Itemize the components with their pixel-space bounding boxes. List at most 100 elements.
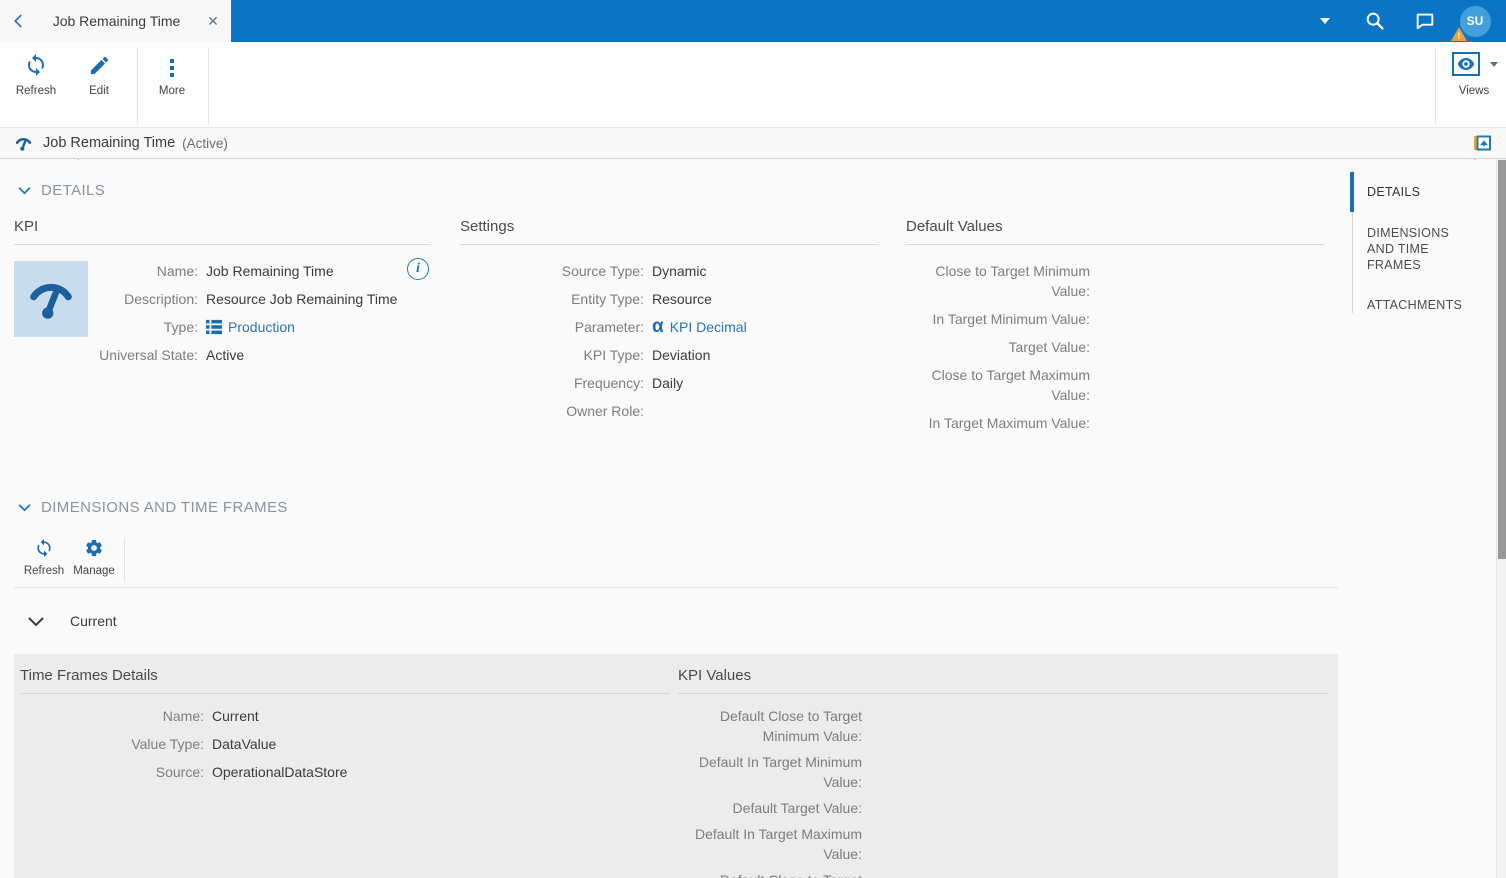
- current-time-frame-panel: Time Frames Details Name: Current Value …: [14, 654, 1338, 878]
- views-button[interactable]: Views: [1446, 51, 1502, 97]
- field-type: Type: Production: [163, 317, 295, 337]
- edit-button[interactable]: Edit: [70, 51, 128, 97]
- field-name: Name: Job Remaining Time: [156, 263, 334, 279]
- field-target-value: Target Value:: [1008, 339, 1090, 355]
- back-button[interactable]: [0, 0, 38, 42]
- field-kpi-type: KPI Type: Deviation: [583, 347, 711, 363]
- section-nav: DETAILS DIMENSIONS AND TIME FRAMES ATTAC…: [1350, 170, 1494, 313]
- page-header: Job Remaining Time (Active): [0, 128, 1506, 159]
- expand-panel-icon[interactable]: [1474, 135, 1491, 151]
- ribbon-toolbar: Refresh Edit More Entity Actions Views P…: [0, 42, 1506, 162]
- list-icon: [206, 319, 222, 335]
- views-dropdown-chevron-icon[interactable]: [1490, 62, 1498, 67]
- settings-column: Settings Source Type: Dynamic Entity Typ…: [460, 218, 878, 429]
- eye-icon: [1452, 52, 1480, 76]
- kpi-column: KPI i Name: Job Remaining Time Descripti…: [14, 218, 430, 373]
- avatar: SU !: [1450, 5, 1491, 41]
- chat-bubble-icon: [1414, 10, 1436, 32]
- user-menu-button[interactable]: SU !: [1450, 0, 1500, 42]
- chevron-down-icon: [27, 616, 45, 627]
- toolbar-separator: [124, 538, 125, 582]
- field-tf-source: Source: OperationalDataStore: [155, 764, 348, 780]
- settings-column-title: Settings: [460, 218, 878, 245]
- section-details-title: DETAILS: [41, 182, 106, 199]
- field-close-to-target-max: Close to Target Maximum Value:: [931, 367, 1090, 403]
- views-button-label: Views: [1458, 85, 1490, 97]
- tab-title: Job Remaining Time: [52, 13, 181, 29]
- field-default-close-target-min: Default Close to Target Minimum Value:: [719, 708, 862, 744]
- ribbon-separator: [1435, 48, 1436, 124]
- current-group-label: Current: [70, 613, 117, 629]
- field-default-in-target-max: Default In Target Maximum Value:: [694, 826, 862, 862]
- search-icon: [1364, 10, 1386, 32]
- svg-text:!: !: [1457, 30, 1460, 40]
- kpi-values-column: KPI Values Default Close to Target Minim…: [678, 667, 1328, 878]
- field-in-target-min: In Target Minimum Value:: [932, 311, 1090, 327]
- tab-close-icon[interactable]: ✕: [195, 0, 231, 42]
- nav-item-dimensions[interactable]: DIMENSIONS AND TIME FRAMES: [1353, 225, 1463, 273]
- kpi-tile-gauge-icon: [14, 261, 88, 337]
- avatar-initials: SU: [1466, 14, 1484, 28]
- nav-item-attachments[interactable]: ATTACHMENTS: [1353, 297, 1494, 313]
- dimensions-manage-button[interactable]: Manage: [66, 536, 122, 577]
- top-app-bar: Job Remaining Time ✕ SU !: [0, 0, 1506, 42]
- page-title: Job Remaining Time: [43, 135, 176, 151]
- refresh-icon: [7, 51, 65, 77]
- more-button[interactable]: More: [143, 51, 201, 97]
- topbar-dropdown-button[interactable]: [1300, 0, 1350, 42]
- field-in-target-max: In Target Maximum Value:: [928, 415, 1090, 431]
- gear-icon: [66, 536, 122, 558]
- type-production-link[interactable]: Production: [228, 317, 295, 337]
- chevron-down-icon: [1320, 18, 1330, 24]
- default-values-column-title: Default Values: [906, 218, 1324, 245]
- field-default-close-target-max: Default Close to Target Maximum Value:: [678, 870, 1328, 878]
- dimensions-refresh-label: Refresh: [23, 565, 65, 577]
- details-section-body: KPI i Name: Job Remaining Time Descripti…: [0, 218, 1496, 478]
- parameter-kpi-decimal-link[interactable]: KPI Decimal: [670, 317, 747, 337]
- section-dimensions-title: DIMENSIONS AND TIME FRAMES: [41, 499, 288, 516]
- refresh-button[interactable]: Refresh: [7, 51, 65, 97]
- current-group-toggle[interactable]: Current: [27, 613, 117, 629]
- main-content: DETAILS KPI i Name: Job Remaining Time D…: [0, 160, 1496, 878]
- warning-triangle-icon: !: [1450, 26, 1467, 41]
- field-universal-state: Universal State: Active: [99, 347, 245, 363]
- scrollbar-thumb[interactable]: [1498, 160, 1506, 559]
- kpi-column-title: KPI: [14, 218, 430, 245]
- refresh-icon: [16, 536, 72, 558]
- field-entity-type: Entity Type: Resource: [571, 291, 712, 307]
- section-details-header[interactable]: DETAILS: [17, 182, 105, 199]
- alpha-parameter-icon: α: [652, 316, 664, 337]
- page-status: (Active): [182, 135, 228, 151]
- field-default-target-value: Default Target Value:: [732, 800, 862, 816]
- kpi-values-title: KPI Values: [678, 667, 1328, 694]
- vertical-scrollbar[interactable]: [1496, 159, 1506, 878]
- dimensions-manage-label: Manage: [73, 565, 115, 577]
- ribbon-separator: [208, 48, 209, 124]
- section-dimensions-header[interactable]: DIMENSIONS AND TIME FRAMES: [17, 499, 288, 516]
- field-default-in-target-min: Default In Target Minimum Value:: [698, 754, 862, 790]
- nav-item-details[interactable]: DETAILS: [1350, 172, 1494, 212]
- refresh-button-label: Refresh: [15, 85, 57, 97]
- back-chevron-icon: [10, 12, 28, 30]
- edit-button-label: Edit: [89, 85, 109, 97]
- toolbar-divider: [14, 587, 1338, 588]
- tab-job-remaining-time[interactable]: Job Remaining Time ✕: [0, 0, 231, 42]
- default-values-column: Default Values Close to Target Minimum V…: [906, 218, 1324, 441]
- field-frequency: Frequency: Daily: [573, 375, 684, 391]
- chevron-down-icon: [17, 503, 32, 512]
- kpi-gauge-icon: [14, 134, 33, 153]
- time-frames-details-column: Time Frames Details Name: Current Value …: [20, 667, 670, 790]
- dimensions-refresh-button[interactable]: Refresh: [16, 536, 72, 577]
- search-button[interactable]: [1350, 0, 1400, 42]
- chat-button[interactable]: [1400, 0, 1450, 42]
- edit-pencil-icon: [70, 51, 128, 77]
- field-description: Description: Resource Job Remaining Time: [124, 291, 398, 307]
- field-tf-value-type: Value Type: DataValue: [131, 736, 277, 752]
- field-close-to-target-min: Close to Target Minimum Value:: [935, 263, 1090, 299]
- chevron-down-icon: [17, 186, 32, 195]
- field-source-type: Source Type: Dynamic: [561, 263, 707, 279]
- more-ellipsis-icon: [143, 51, 201, 77]
- field-parameter: Parameter: α KPI Decimal: [574, 316, 747, 337]
- field-owner-role: Owner Role:: [566, 403, 644, 419]
- info-icon[interactable]: i: [407, 258, 429, 280]
